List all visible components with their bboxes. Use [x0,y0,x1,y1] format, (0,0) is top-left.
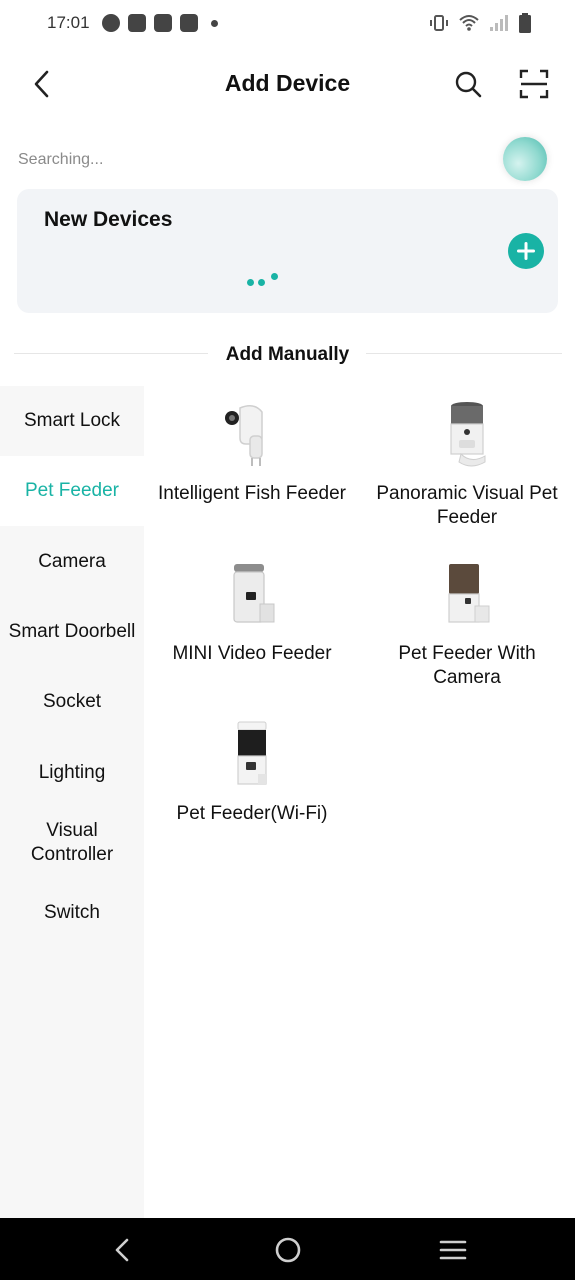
camera-feeder-image [431,560,503,632]
new-devices-card: New Devices [17,189,558,313]
device-pet-feeder-wifi[interactable]: Pet Feeder(Wi-Fi) [152,720,352,826]
search-button[interactable] [452,68,484,100]
device-intelligent-fish-feeder[interactable]: Intelligent Fish Feeder [152,400,352,506]
category-smart-lock[interactable]: Smart Lock [0,386,144,456]
nav-recents-icon [439,1240,467,1260]
nav-home-icon [275,1237,301,1263]
device-name: Panoramic Visual Pet Feeder [376,483,558,528]
mini-video-feeder-image [216,560,288,632]
category-pet-feeder[interactable]: Pet Feeder [0,456,144,526]
nav-home-button[interactable] [273,1235,303,1265]
device-name: Intelligent Fish Feeder [158,483,346,504]
battery-icon [519,13,531,33]
radar-scan-icon [503,137,547,181]
fish-feeder-image [216,400,288,472]
status-bar: 17:01 [0,0,575,48]
header: Add Device [0,56,575,114]
loading-dots-icon [247,273,287,289]
category-socket[interactable]: Socket [0,667,144,737]
status-icons [429,13,531,33]
bag-icon [128,14,146,32]
category-camera[interactable]: Camera [0,527,144,597]
device-panoramic-visual-pet-feeder[interactable]: Panoramic Visual Pet Feeder [367,400,567,530]
add-manually-label: Add Manually [225,344,350,365]
more-dot-icon [211,20,218,27]
system-nav-bar [0,1218,575,1280]
nav-back-button[interactable] [108,1235,138,1265]
device-pet-feeder-with-camera[interactable]: Pet Feeder With Camera [367,560,567,690]
bag-icon [180,14,198,32]
searching-status: Searching... [18,151,104,168]
category-switch[interactable]: Switch [0,878,144,948]
device-name: Pet Feeder With Camera [398,643,536,688]
wifi-feeder-image [216,720,288,792]
status-time: 17:01 [47,13,90,32]
nav-recents-button[interactable] [438,1235,468,1265]
category-visual-controller[interactable]: Visual Controller [0,808,144,878]
search-icon [455,71,482,98]
scan-icon [519,69,549,99]
divider-right [366,353,562,354]
nav-back-icon [115,1238,129,1262]
wifi-icon [459,15,479,31]
alarm-icon [102,14,120,32]
device-name: MINI Video Feeder [172,643,332,664]
category-sidebar: Smart Lock Pet Feeder Camera Smart Doorb… [0,386,144,1218]
add-device-button[interactable] [508,233,544,269]
panoramic-feeder-image [431,400,503,472]
category-smart-doorbell[interactable]: Smart Doorbell [0,597,144,667]
device-name: Pet Feeder(Wi-Fi) [176,803,328,824]
vibrate-icon [430,15,448,31]
scan-button[interactable] [518,68,550,100]
new-devices-title: New Devices [44,208,173,231]
bag-icon [154,14,172,32]
category-lighting[interactable]: Lighting [0,738,144,808]
device-mini-video-feeder[interactable]: MINI Video Feeder [152,560,352,666]
signal-icon [490,15,508,31]
page-title: Add Device [224,70,351,96]
